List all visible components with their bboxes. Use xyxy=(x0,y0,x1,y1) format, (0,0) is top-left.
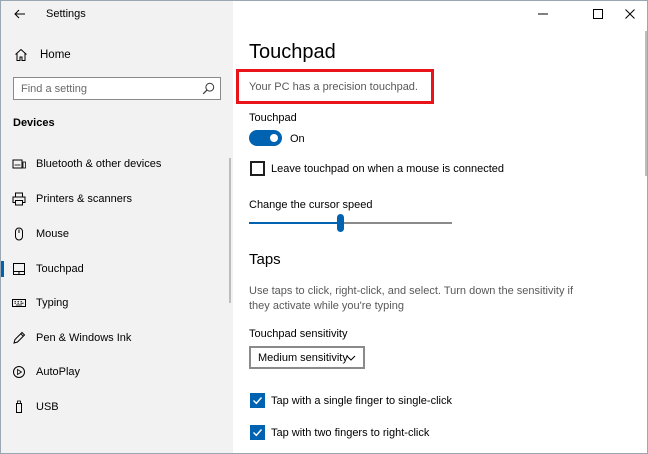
maximize-icon xyxy=(593,9,603,19)
sidebar-item-bluetooth[interactable]: Bluetooth & other devices xyxy=(1,150,229,178)
app-title: Settings xyxy=(46,8,86,20)
keyboard-icon xyxy=(12,296,26,310)
sidebar-item-autoplay[interactable]: AutoPlay xyxy=(1,358,229,386)
precision-status-text: Your PC has a precision touchpad. xyxy=(249,81,418,93)
home-icon xyxy=(13,47,29,63)
settings-window: Settings Home Devices Bluetooth & other … xyxy=(0,0,648,454)
minimize-button[interactable] xyxy=(526,1,560,27)
sidebar-item-label: Printers & scanners xyxy=(36,193,132,205)
taps-heading: Taps xyxy=(249,251,281,268)
minimize-icon xyxy=(538,13,548,15)
printer-icon xyxy=(12,192,26,206)
tap-single-finger-label: Tap with a single finger to single-click xyxy=(271,395,452,407)
selection-indicator xyxy=(1,261,4,277)
main-content: Touchpad Your PC has a precision touchpa… xyxy=(233,1,647,453)
sidebar-item-pen[interactable]: Pen & Windows Ink xyxy=(1,324,229,352)
close-icon xyxy=(625,9,635,19)
checkmark-icon xyxy=(253,429,263,437)
cursor-speed-label: Change the cursor speed xyxy=(249,199,373,211)
sidebar-item-label: Typing xyxy=(36,297,69,309)
title-bar: Settings xyxy=(1,1,233,27)
tap-two-fingers-checkbox[interactable] xyxy=(250,425,265,440)
autoplay-icon xyxy=(12,365,26,379)
sidebar-item-printers[interactable]: Printers & scanners xyxy=(1,185,229,213)
sidebar: Settings Home Devices Bluetooth & other … xyxy=(1,1,233,453)
taps-description: Use taps to click, right-click, and sele… xyxy=(249,285,574,312)
back-button[interactable] xyxy=(9,4,31,24)
tap-two-fingers-label: Tap with two fingers to right-click xyxy=(271,427,430,439)
cursor-speed-slider[interactable] xyxy=(249,213,452,237)
mouse-icon xyxy=(12,227,26,241)
sidebar-item-label: Bluetooth & other devices xyxy=(36,158,162,170)
slider-track-fill xyxy=(249,222,337,224)
sensitivity-label: Touchpad sensitivity xyxy=(249,328,348,340)
leave-touchpad-on-label: Leave touchpad on when a mouse is connec… xyxy=(271,163,504,175)
touchpad-toggle[interactable] xyxy=(249,130,282,146)
sidebar-item-mouse[interactable]: Mouse xyxy=(1,220,229,248)
touchpad-toggle-label: Touchpad xyxy=(249,112,297,124)
back-arrow-icon xyxy=(14,9,25,19)
sidebar-item-label: Pen & Windows Ink xyxy=(36,332,132,344)
slider-track xyxy=(344,222,452,224)
search-box xyxy=(13,77,221,100)
main-scrollbar[interactable] xyxy=(645,31,647,176)
maximize-button[interactable] xyxy=(581,1,615,27)
sidebar-item-usb[interactable]: USB xyxy=(1,393,229,421)
page-title: Touchpad xyxy=(249,41,336,63)
home-link[interactable]: Home xyxy=(9,45,209,65)
sidebar-item-label: Touchpad xyxy=(36,263,84,275)
home-label: Home xyxy=(40,49,71,61)
chevron-down-icon xyxy=(346,355,356,361)
sidebar-item-touchpad[interactable]: Touchpad xyxy=(1,255,229,283)
usb-icon xyxy=(12,400,26,414)
leave-touchpad-on-checkbox[interactable] xyxy=(250,161,265,176)
sidebar-item-label: AutoPlay xyxy=(36,366,81,378)
sidebar-scrollbar[interactable] xyxy=(229,158,231,303)
checkmark-icon xyxy=(253,397,263,405)
pen-icon xyxy=(12,331,26,345)
touchpad-icon xyxy=(12,262,26,276)
section-title: Devices xyxy=(13,117,55,129)
toggle-state-text: On xyxy=(290,133,305,145)
search-input[interactable] xyxy=(14,78,194,99)
sidebar-item-label: Mouse xyxy=(36,228,70,240)
bluetooth-devices-icon xyxy=(12,157,26,171)
search-icon[interactable] xyxy=(202,82,215,95)
toggle-knob xyxy=(270,134,278,142)
tap-single-finger-checkbox[interactable] xyxy=(250,393,265,408)
sensitivity-dropdown[interactable]: Medium sensitivity xyxy=(249,346,365,369)
sidebar-item-typing[interactable]: Typing xyxy=(1,289,229,317)
sensitivity-value: Medium sensitivity xyxy=(258,352,348,364)
sidebar-item-label: USB xyxy=(36,401,59,413)
close-button[interactable] xyxy=(613,1,647,27)
slider-thumb[interactable] xyxy=(337,214,344,232)
